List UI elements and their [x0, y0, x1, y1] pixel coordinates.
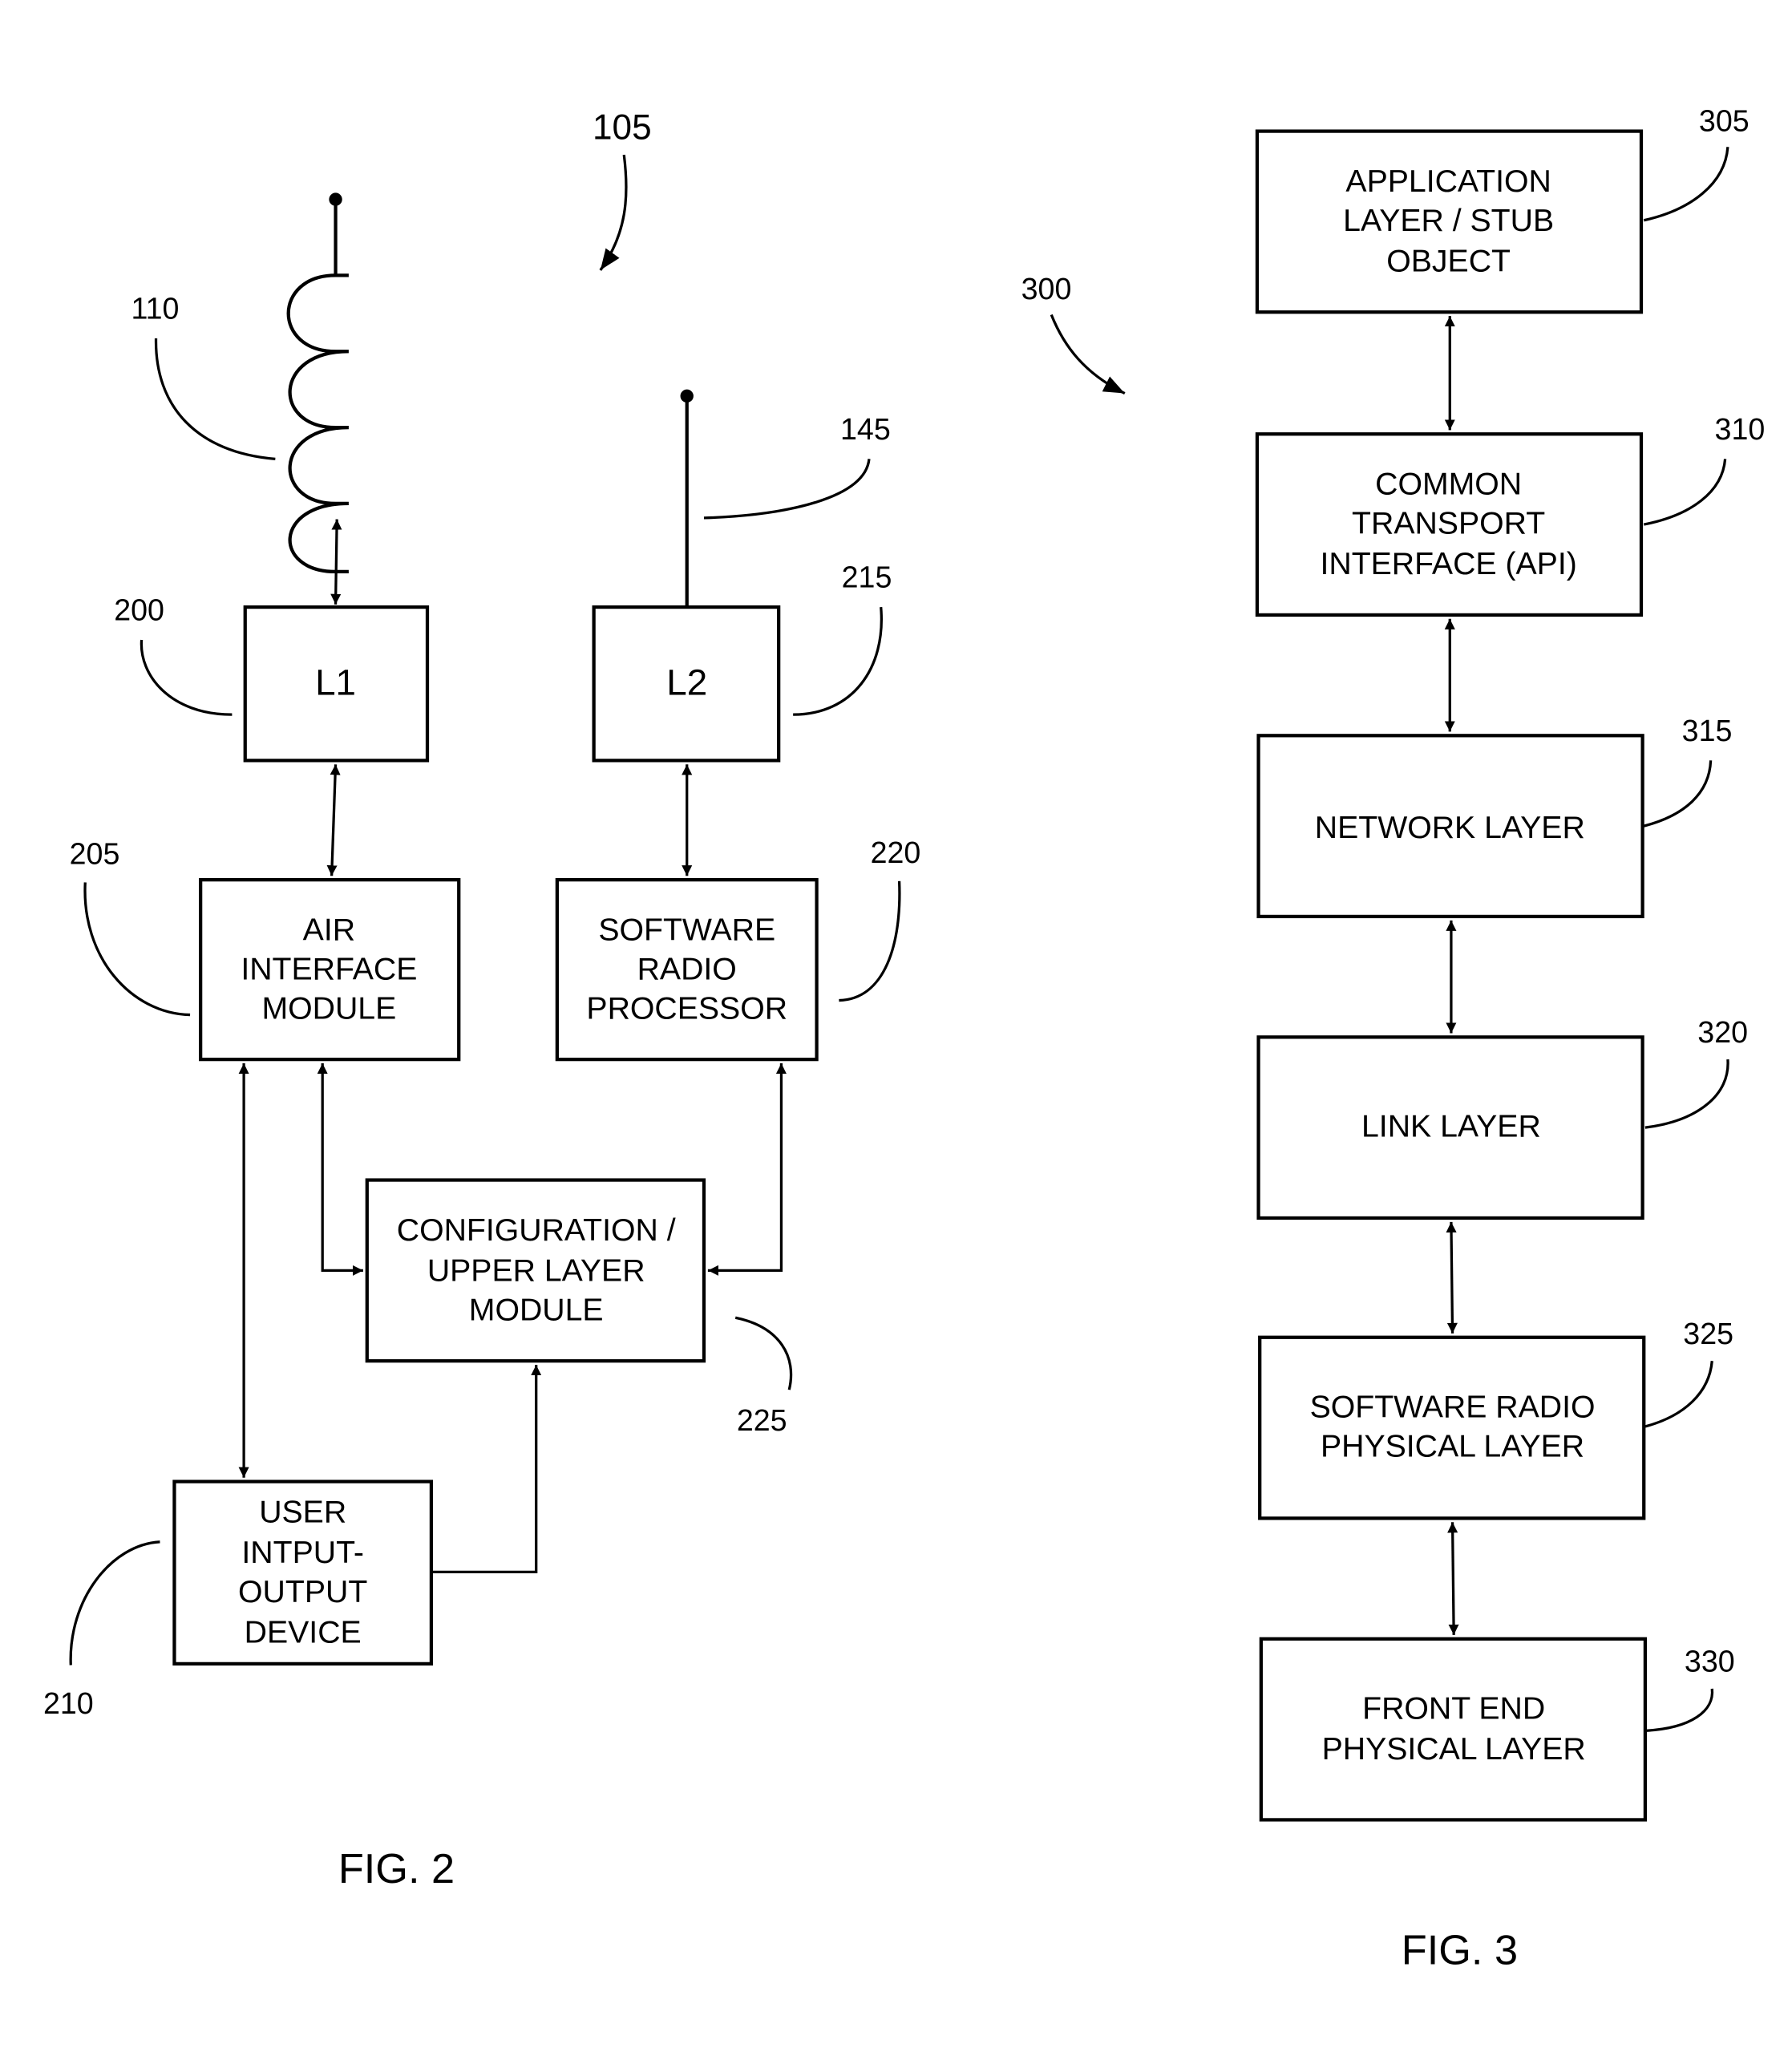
layer-310-line-3: INTERFACE (API): [1320, 546, 1576, 581]
arrow-coil-l1: [330, 519, 342, 605]
arrow-l1-air: [326, 764, 341, 876]
ref-label-110: 110: [131, 291, 179, 325]
leader-line-145: [703, 459, 871, 520]
whip-antenna-icon: [680, 389, 694, 608]
leader-line-305: [1643, 147, 1729, 222]
leader-line-315: [1643, 760, 1713, 828]
block-l1-label: L1: [315, 662, 356, 703]
ref-label-325: 325: [1683, 1317, 1733, 1350]
layer-325-line-1: SOFTWARE RADIO: [1310, 1389, 1596, 1424]
ref-label-315: 315: [1682, 714, 1733, 747]
leader-line-215: [793, 606, 883, 716]
layer-330-line-1: FRONT END: [1362, 1691, 1545, 1726]
leader-line-210: [69, 1540, 160, 1666]
fig2-diagram: 105 110 145 L1 200 L2 215 AIR INTERFACE …: [43, 107, 920, 1892]
layer-315-line-1: NETWORK LAYER: [1315, 810, 1585, 845]
leader-arrow-105: [599, 154, 628, 271]
ref-label-215: 215: [842, 561, 892, 594]
air-interface-line-2: INTERFACE: [241, 951, 417, 986]
config-line-2: UPPER LAYER: [427, 1253, 645, 1288]
air-interface-line-3: MODULE: [261, 990, 396, 1026]
layer-front-end-physical: [1259, 1637, 1648, 1822]
ref-label-220: 220: [871, 836, 921, 869]
user-io-line-3: OUTPUT: [238, 1574, 367, 1609]
fig3-diagram: 300 APPLICATION LAYER / STUB OBJECT 305 …: [1021, 104, 1766, 1974]
layer-310-line-1: COMMON: [1375, 466, 1522, 501]
config-line-1: CONFIGURATION /: [397, 1212, 676, 1248]
ref-label-320: 320: [1697, 1015, 1748, 1049]
ref-label-105: 105: [593, 107, 652, 147]
ref-label-210: 210: [43, 1686, 94, 1720]
user-io-line-4: DEVICE: [245, 1615, 362, 1650]
arrow-srp-config: [707, 1063, 787, 1276]
layer-310-line-2: TRANSPORT: [1352, 506, 1545, 541]
ref-label-310: 310: [1715, 412, 1766, 446]
figure-caption-fig3: FIG. 3: [1402, 1927, 1518, 1973]
arrow-325-330: [1447, 1522, 1459, 1635]
layer-305-line-1: APPLICATION: [1345, 164, 1551, 199]
leader-line-110: [154, 338, 276, 460]
air-interface-line-1: AIR: [303, 912, 355, 947]
layer-330-line-2: PHYSICAL LAYER: [1322, 1731, 1586, 1767]
leader-line-205: [83, 882, 191, 1017]
srp-line-2: RADIO: [637, 951, 737, 986]
figure-caption-fig2: FIG. 2: [338, 1846, 455, 1892]
leader-line-320: [1644, 1059, 1729, 1129]
arrow-air-config: [317, 1063, 363, 1276]
leader-line-330: [1646, 1688, 1713, 1732]
user-io-line-2: INTPUT-: [241, 1535, 364, 1570]
leader-line-220: [839, 880, 901, 1002]
leader-line-325: [1644, 1361, 1713, 1428]
leader-line-225: [734, 1316, 793, 1390]
leader-line-310: [1643, 459, 1727, 526]
layer-325-line-2: PHYSICAL LAYER: [1321, 1429, 1584, 1464]
user-io-line-1: USER: [259, 1494, 346, 1529]
layer-305-line-3: OBJECT: [1386, 244, 1511, 279]
ref-label-330: 330: [1685, 1645, 1735, 1678]
layer-305-line-2: LAYER / STUB: [1343, 203, 1554, 238]
srp-line-3: PROCESSOR: [586, 990, 787, 1026]
ref-label-225: 225: [737, 1403, 787, 1437]
layer-320-line-1: LINK LAYER: [1361, 1109, 1541, 1144]
arrow-320-325: [1446, 1221, 1458, 1334]
patent-drawing: 105 110 145 L1 200 L2 215 AIR INTERFACE …: [43, 104, 1766, 1974]
ref-label-300: 300: [1021, 272, 1072, 306]
config-line-3: MODULE: [469, 1293, 604, 1328]
ref-label-145: 145: [840, 412, 891, 446]
srp-line-1: SOFTWARE: [598, 912, 775, 947]
leader-line-200: [140, 639, 233, 716]
ref-label-205: 205: [70, 837, 120, 871]
ref-label-305: 305: [1699, 104, 1750, 138]
leader-arrow-300: [1050, 314, 1126, 395]
coil-antenna-icon: [286, 192, 349, 574]
ref-label-200: 200: [114, 593, 164, 626]
block-l2-label: L2: [666, 662, 707, 703]
arrow-userio-config: [432, 1365, 542, 1574]
